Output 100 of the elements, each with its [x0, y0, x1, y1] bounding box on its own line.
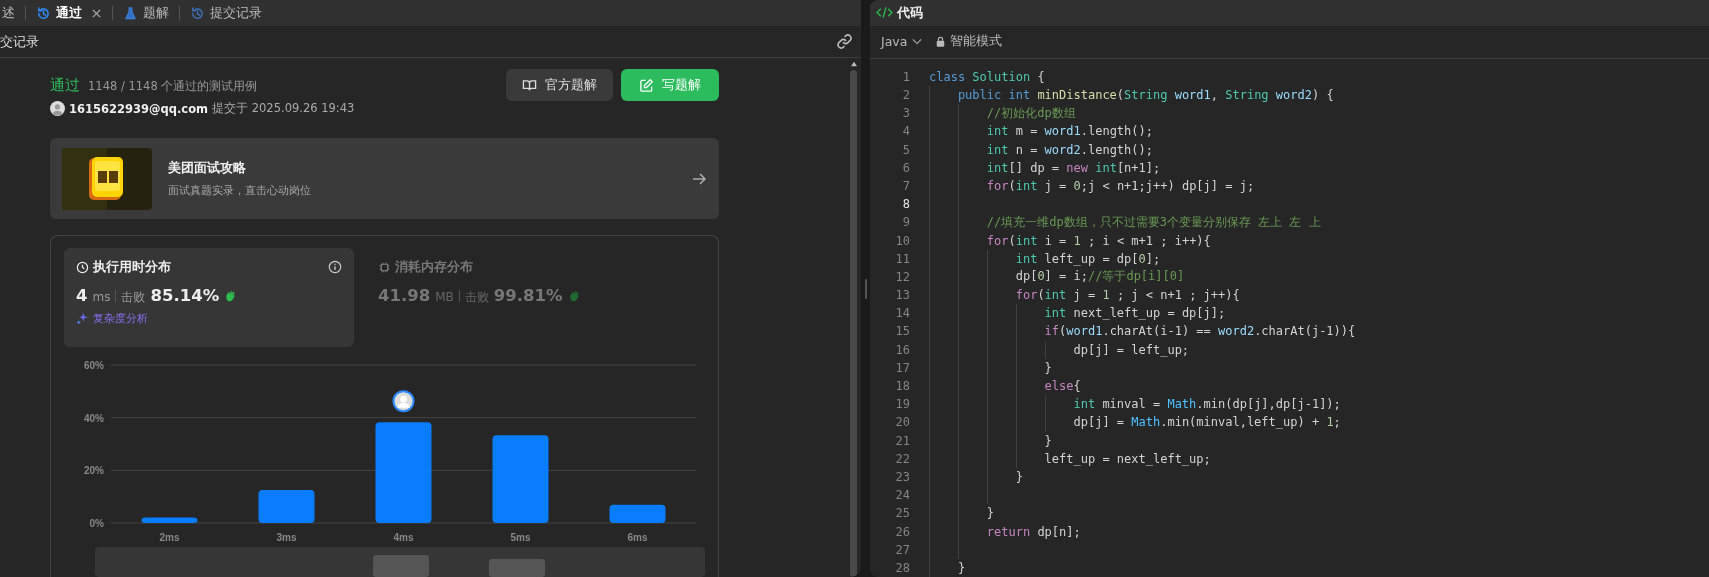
code-line: int n = word2.length();: [985, 142, 1153, 157]
language-dropdown[interactable]: Java: [881, 34, 923, 50]
username[interactable]: 1615622939@qq.com: [69, 101, 209, 116]
chart-bar[interactable]: [258, 490, 315, 523]
edit-icon: [639, 77, 654, 93]
line-number: 6: [901, 160, 910, 175]
code-line: }: [1014, 469, 1023, 484]
x-axis-label: 4ms: [393, 532, 414, 543]
line-number: 25: [894, 506, 910, 521]
code-line: }: [1043, 360, 1052, 375]
line-number: 13: [894, 288, 910, 303]
line-number: 16: [894, 342, 910, 357]
beat-label: 击败: [464, 289, 489, 306]
code-line: else{: [1043, 379, 1081, 394]
line-number: 4: [901, 124, 910, 139]
promo-subtitle: 面试真题实录，直击心动岗位: [168, 183, 312, 198]
line-number: 11: [894, 251, 910, 266]
chevron-down-icon: [912, 38, 923, 46]
code-line: }: [1043, 433, 1052, 448]
line-number: 18: [894, 379, 910, 394]
panel-tab[interactable]: 提交记录: [188, 4, 264, 22]
clap-icon: [567, 289, 582, 303]
code-line: int next_left_up = dp[j];: [1043, 306, 1226, 321]
stat-unit: ms: [92, 290, 111, 304]
avatar-icon: [50, 101, 65, 116]
line-number: 12: [894, 269, 910, 284]
panel-tab[interactable]: 述: [0, 4, 17, 22]
book-icon: [522, 77, 537, 93]
promo-card[interactable]: 美团面试攻略 面试真题实录，直击心动岗位: [50, 138, 719, 219]
line-number: 20: [894, 415, 910, 430]
line-number: 3: [901, 106, 910, 121]
code-line: return dp[n];: [985, 524, 1081, 539]
chart-bar[interactable]: [492, 435, 549, 523]
stat-title: 执行用时分布: [93, 258, 172, 276]
beat-label: 击败: [121, 289, 146, 306]
beat-percent: 99.81%: [493, 286, 563, 305]
line-number: 14: [894, 306, 910, 321]
code-line: int m = word1.length();: [985, 124, 1153, 139]
code-line: left_up = next_left_up;: [1043, 451, 1211, 466]
promo-title: 美团面试攻略: [168, 159, 247, 177]
line-number: 26: [894, 524, 910, 539]
code-line: }: [956, 560, 966, 575]
line-number: 10: [894, 233, 910, 248]
arrow-right-icon: [691, 170, 707, 187]
panel-title: 交记录: [0, 32, 39, 51]
mode-toggle[interactable]: 智能模式: [936, 33, 1003, 51]
sparkle-icon: [76, 312, 89, 325]
line-number: 21: [894, 433, 910, 448]
stat-title: 消耗内存分布: [395, 258, 474, 276]
x-axis-label: 3ms: [276, 532, 297, 543]
line-number: 22: [894, 451, 910, 466]
submit-time: 提交于 2025.09.26 19:43: [212, 101, 355, 116]
line-number: 2: [901, 88, 910, 103]
code-line: if(word1.charAt(i-1) == word2.charAt(j-1)){: [1043, 324, 1356, 339]
x-axis-label: 5ms: [510, 532, 531, 543]
code-line: dp[j] = Math.min(minval,left_up) + 1;: [1072, 415, 1341, 430]
line-number: 8: [901, 197, 910, 212]
history-icon: [190, 5, 205, 21]
line-number: 24: [894, 488, 910, 503]
info-icon[interactable]: [328, 260, 342, 274]
stat-value: 4: [76, 286, 88, 305]
chart-bar[interactable]: [375, 422, 432, 523]
line-number: 19: [894, 397, 910, 412]
code-icon: [876, 6, 893, 20]
avatar-marker: [392, 390, 415, 413]
code-line: for(int j = 1 ; j < n+1 ; j++){: [1014, 288, 1240, 303]
range-slider-drawing[interactable]: [95, 547, 705, 577]
y-axis-label: 40%: [84, 412, 104, 424]
panel-tab[interactable]: 题解: [121, 4, 171, 22]
code-line: int[] dp = new int[n+1];: [985, 160, 1161, 175]
stat-tab[interactable]: 执行用时分布 4 ms 击败 85.14% 复杂度分析: [64, 248, 354, 347]
code-line: dp[j] = left_up;: [1072, 342, 1190, 357]
y-axis-label: 60%: [84, 360, 104, 371]
code-line: //填充一维dp数组，只不过需要3个变量分别保存 左上 左 上: [985, 213, 1321, 231]
code-line: }: [985, 506, 995, 521]
code-line: for(int j = 0;j < n+1;j++) dp[j] = j;: [985, 178, 1255, 193]
panel-tab[interactable]: 通过: [34, 4, 104, 22]
history-icon: [36, 5, 51, 21]
code-line: dp[0] = i;//等于dp[i][0]: [1014, 268, 1185, 286]
line-number: 1: [901, 69, 910, 84]
clock-icon: [76, 260, 89, 274]
scroll-up-icon[interactable]: [849, 61, 858, 67]
line-number: 15: [894, 324, 910, 339]
code-line: //初始化dp数组: [985, 104, 1076, 122]
chart-bar[interactable]: [141, 517, 198, 523]
solution-button[interactable]: 官方题解: [506, 69, 613, 101]
line-number: 27: [894, 542, 910, 557]
line-number: 28: [894, 560, 910, 575]
code-line: int left_up = dp[0];: [1014, 251, 1161, 266]
code-line: int minval = Math.min(dp[j],dp[j-1]);: [1072, 397, 1341, 412]
code-line: public int minDistance(String word1, String word2) {: [956, 88, 1334, 103]
close-icon[interactable]: [91, 7, 102, 19]
chart-bar[interactable]: [609, 504, 666, 523]
line-number: 7: [901, 178, 910, 193]
line-number: 17: [894, 360, 910, 375]
beat-percent: 85.14%: [150, 286, 220, 305]
y-axis-label: 0%: [89, 518, 104, 529]
lock-icon: [936, 36, 946, 48]
line-number: 23: [894, 469, 910, 484]
link-icon[interactable]: [836, 33, 853, 50]
